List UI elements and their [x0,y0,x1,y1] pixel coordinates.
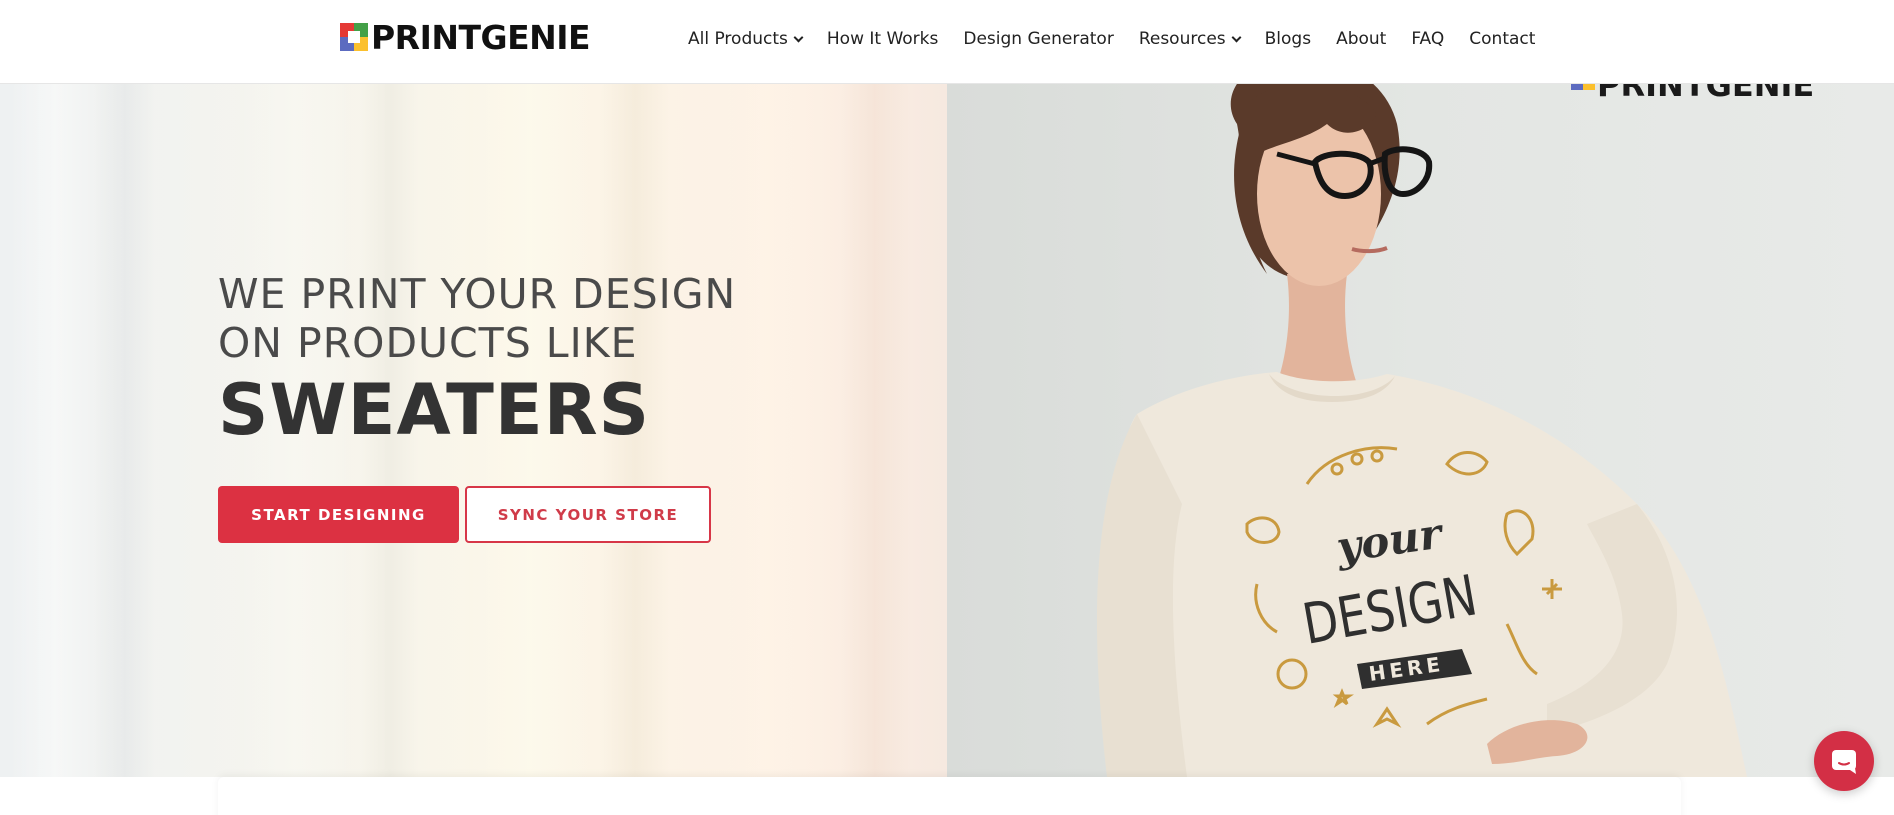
nav-item-about[interactable]: About [1336,29,1386,49]
nav-label: About [1336,29,1387,49]
model-illustration: PRINTGENIE your DESIGN HERE [1097,84,1814,777]
hero-model-image: PRINTGENIE your DESIGN HERE [947,84,1894,777]
nav-item-contact[interactable]: Contact [1469,29,1535,49]
main-nav: All Products How It Works Design Generat… [688,0,1535,78]
nav-label: Contact [1469,29,1536,49]
content-card [218,777,1681,815]
nav-item-resources[interactable]: Resources [1138,29,1242,49]
start-designing-button[interactable]: START DESIGNING [218,486,459,543]
hero-section: PRINTGENIE your DESIGN HERE WE PRINT YOU… [0,84,1894,815]
nav-label: All Products [688,29,788,49]
sync-your-store-button[interactable]: SYNC YOUR STORE [465,486,711,543]
hero-headline: WE PRINT YOUR DESIGN ON PRODUCTS LIKE SW… [218,270,736,450]
nav-label: Blogs [1264,29,1312,49]
nav-item-blogs[interactable]: Blogs [1265,29,1311,49]
nav-item-all-products[interactable]: All Products [688,29,804,49]
logo-mark-icon [340,23,368,51]
headline-line-2: ON PRODUCTS LIKE [218,319,638,367]
nav-label: How It Works [826,29,939,49]
nav-label: FAQ [1411,29,1445,49]
nav-item-design-generator[interactable]: Design Generator [963,29,1113,49]
chevron-down-icon [793,32,804,42]
nav-item-faq[interactable]: FAQ [1411,29,1444,49]
nav-label: Design Generator [963,29,1114,49]
headline-product: SWEATERS [218,369,651,451]
watermark-text: PRINTGENIE [1597,84,1814,104]
watermark-logo-icon: PRINTGENIE [1571,84,1814,104]
brand-logo[interactable]: PRINTGENIE [340,17,591,57]
brand-name: PRINTGENIE [371,17,591,57]
nav-label: Resources [1138,29,1226,49]
nav-item-how-it-works[interactable]: How It Works [827,29,938,49]
chat-icon [1832,750,1856,774]
chevron-down-icon [1231,32,1242,42]
site-header: PRINTGENIE All Products How It Works Des… [0,0,1894,84]
headline-line-1: WE PRINT YOUR DESIGN [218,270,737,318]
chat-launcher-button[interactable] [1814,731,1874,791]
